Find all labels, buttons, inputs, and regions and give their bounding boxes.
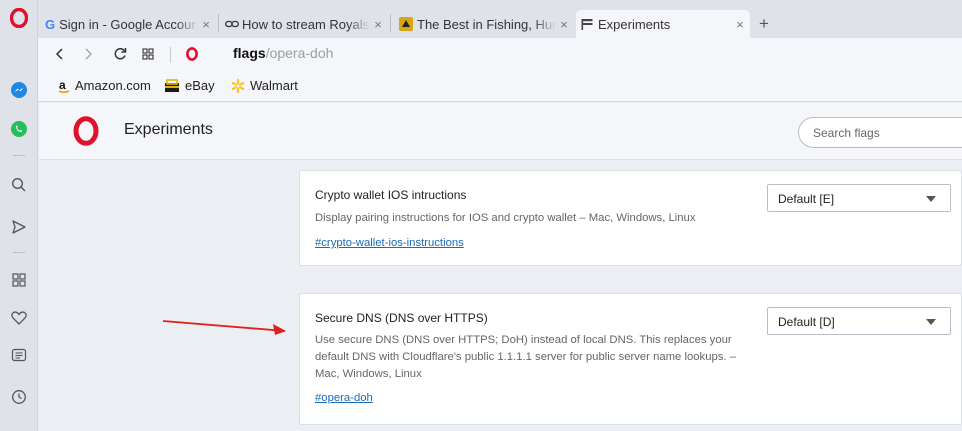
sidebar <box>0 0 38 431</box>
search-flags-input[interactable] <box>798 117 962 148</box>
bookmark-label: Walmart <box>250 78 298 93</box>
speed-dial-icon[interactable] <box>0 267 38 293</box>
tab-strip: G Sign in - Google Accounts × How to str… <box>38 0 962 38</box>
fishing-icon <box>399 17 413 31</box>
flag-select[interactable]: Default [D] <box>767 307 951 335</box>
chevron-down-icon <box>926 196 936 202</box>
bookmark-walmart[interactable]: Walmart <box>231 78 298 93</box>
bookmarks-bar: a Amazon.com eBay Walmart <box>38 70 962 102</box>
tab-google-signin[interactable]: G Sign in - Google Accounts × <box>40 10 216 38</box>
url-path: /opera-doh <box>265 45 334 61</box>
page-header: Experiments <box>39 103 962 160</box>
close-icon[interactable]: × <box>556 17 572 32</box>
tab-experiments[interactable]: Experiments × <box>576 10 750 38</box>
opera-logo-icon <box>73 116 99 151</box>
url-host: flags <box>233 45 266 61</box>
tab-title: Experiments <box>598 16 671 32</box>
opera-logo-icon[interactable] <box>0 5 38 31</box>
flag-select-value: Default [E] <box>778 192 835 206</box>
amazon-icon: a <box>58 79 70 93</box>
back-icon[interactable] <box>48 38 72 70</box>
annotation-arrow <box>162 320 286 335</box>
send-icon[interactable] <box>0 214 38 240</box>
bookmark-amazon[interactable]: a Amazon.com <box>58 78 151 93</box>
flag-description: Display pairing instructions for IOS and… <box>315 212 696 224</box>
bookmark-label: eBay <box>185 78 215 93</box>
link-icon <box>225 19 239 29</box>
chevron-down-icon <box>926 319 936 325</box>
history-icon[interactable] <box>0 384 38 410</box>
flag-icon <box>581 18 593 30</box>
whatsapp-icon[interactable] <box>0 116 38 142</box>
tab-title: The Best in Fishing, Hunting <box>417 16 556 32</box>
tab-title: Sign in - Google Accounts <box>59 16 198 32</box>
tab-royals[interactable]: How to stream Royals × <box>220 10 388 38</box>
grid-icon[interactable] <box>136 38 160 70</box>
flag-link[interactable]: #crypto-wallet-ios-instructions <box>315 237 464 249</box>
svg-text:a: a <box>59 79 66 92</box>
messenger-icon[interactable] <box>0 77 38 103</box>
search-icon[interactable] <box>0 172 38 198</box>
flag-name: Secure DNS (DNS over HTTPS) <box>315 311 488 325</box>
walmart-icon <box>231 78 245 93</box>
ebay-icon <box>164 78 180 93</box>
flag-link[interactable]: #opera-doh <box>315 392 373 404</box>
forward-icon[interactable] <box>76 38 100 70</box>
flag-select-value: Default [D] <box>778 315 835 329</box>
close-icon[interactable]: × <box>732 17 748 32</box>
flag-card-secure-dns: Secure DNS (DNS over HTTPS) Use secure D… <box>299 293 962 425</box>
reload-icon[interactable] <box>108 38 132 70</box>
flags-page: Experiments Crypto wallet IOS intruction… <box>39 103 962 431</box>
tab-title: How to stream Royals <box>242 16 370 32</box>
flag-select[interactable]: Default [E] <box>767 184 951 212</box>
google-g-icon: G <box>45 16 56 32</box>
url-field[interactable]: flags/opera-doh <box>233 45 333 61</box>
opera-logo-icon <box>182 38 202 70</box>
tab-fishing[interactable]: The Best in Fishing, Hunting × <box>394 10 574 38</box>
flag-description: Use secure DNS (DNS over HTTPS; DoH) ins… <box>315 334 736 380</box>
page-title: Experiments <box>124 121 213 138</box>
heart-icon[interactable] <box>0 305 38 331</box>
close-icon[interactable]: × <box>198 17 214 32</box>
bookmark-label: Amazon.com <box>75 78 151 93</box>
new-tab-button[interactable]: + <box>754 10 778 38</box>
flag-card-crypto-wallet: Crypto wallet IOS intructions Display pa… <box>299 170 962 266</box>
address-bar: flags/opera-doh <box>38 38 962 70</box>
news-icon[interactable] <box>0 342 38 368</box>
close-icon[interactable]: × <box>370 17 386 32</box>
bookmark-ebay[interactable]: eBay <box>164 78 215 93</box>
flag-name: Crypto wallet IOS intructions <box>315 188 467 202</box>
